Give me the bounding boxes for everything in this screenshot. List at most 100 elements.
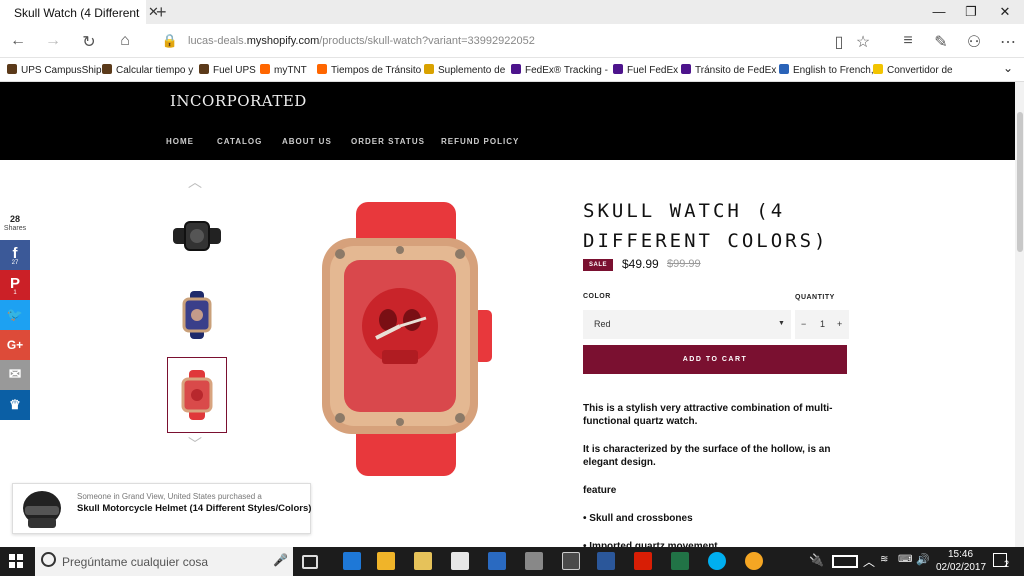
favorite-item[interactable]: Suplemento de <box>424 64 505 76</box>
ime-icon[interactable]: ⌨ <box>898 554 912 565</box>
skype-taskbar-icon[interactable] <box>708 552 726 570</box>
microphone-icon[interactable]: 🎤 <box>273 553 288 567</box>
power-icon[interactable]: 🔌 <box>809 553 824 567</box>
app-taskbar-icon[interactable] <box>488 552 506 570</box>
show-hidden-icons-icon[interactable]: ︿ <box>863 553 875 570</box>
favorite-item[interactable]: Calcular tiempo y <box>102 64 193 76</box>
pinterest-share-count: 1 <box>13 290 17 296</box>
cortana-placeholder: Pregúntame cualquier cosa <box>62 555 209 569</box>
more-icon[interactable]: ⋯ <box>998 32 1018 52</box>
helmet-image <box>23 491 61 528</box>
battery-icon[interactable] <box>832 555 858 568</box>
outlook-taskbar-icon[interactable] <box>377 552 395 570</box>
quantity-stepper[interactable]: − 1 + <box>795 310 849 339</box>
favorite-item[interactable]: Fuel FedEx <box>613 64 678 76</box>
recent-purchase-notification[interactable]: Someone in Grand View, United States pur… <box>12 483 311 534</box>
favorite-item[interactable]: English to French, <box>779 64 874 76</box>
thumbnail-blue-watch[interactable] <box>167 277 227 353</box>
thumbnails-down-icon[interactable]: ﹀ <box>188 434 202 454</box>
nav-order-status[interactable]: ORDER STATUS <box>351 137 425 146</box>
clock-date[interactable]: 02/02/2017 <box>936 562 986 573</box>
favorite-item[interactable]: Tiempos de Tránsito <box>317 64 421 76</box>
email-share-button[interactable]: ✉ <box>0 360 30 390</box>
browser-tab[interactable]: Skull Watch (4 Different <box>0 0 146 24</box>
forward-icon[interactable]: → <box>43 32 63 50</box>
refresh-icon[interactable]: ↻ <box>79 32 99 52</box>
app-taskbar-icon[interactable] <box>525 552 543 570</box>
notification-count: 2 <box>1004 559 1010 569</box>
nav-catalog[interactable]: CATALOG <box>217 137 262 146</box>
edge-taskbar-icon[interactable] <box>343 552 361 570</box>
home-icon[interactable]: ⌂ <box>115 32 135 50</box>
close-window-icon[interactable]: ✕ <box>990 4 1020 20</box>
favorite-item[interactable]: Tránsito de FedEx <box>681 64 776 76</box>
favorite-icon <box>102 64 112 74</box>
favorite-icon <box>260 64 270 74</box>
product-title-line-1: SKULL WATCH (4 <box>583 200 786 222</box>
pinterest-share-button[interactable]: P1 <box>0 270 30 300</box>
favorite-item[interactable]: FedEx® Tracking - <box>511 64 608 76</box>
calculator-taskbar-icon[interactable] <box>451 552 469 570</box>
share-label: Shares <box>3 225 27 232</box>
app-taskbar-icon[interactable] <box>745 552 763 570</box>
product-title: SKULL WATCH (4 DIFFERENT COLORS) <box>583 196 833 256</box>
file-explorer-taskbar-icon[interactable] <box>414 552 432 570</box>
thumbnail-black-watch[interactable] <box>167 198 227 274</box>
reading-view-icon[interactable]: ▯ <box>829 32 849 52</box>
title-bar: Skull Watch (4 Different ✕ + — ❐ ✕ <box>0 0 1024 24</box>
description-paragraph: It is characterized by the surface of th… <box>583 444 831 468</box>
googleplus-share-button[interactable]: G+ <box>0 330 30 360</box>
maximize-icon[interactable]: ❐ <box>956 4 986 20</box>
favorite-star-icon[interactable]: ☆ <box>853 32 873 52</box>
facebook-share-count: 27 <box>11 260 19 266</box>
add-to-cart-button[interactable]: ADD TO CART <box>583 345 847 374</box>
notification-text: Someone in Grand View, United States pur… <box>77 492 262 501</box>
sumome-icon: ♛ <box>9 397 21 412</box>
notification-product-link[interactable]: Skull Motorcycle Helmet (14 Different St… <box>77 503 311 514</box>
favorite-item[interactable]: UPS CampusShip <box>7 64 102 76</box>
windows-start-icon[interactable] <box>9 554 23 568</box>
volume-icon[interactable]: 🔊 <box>916 553 930 566</box>
web-note-icon[interactable]: ✎ <box>931 32 951 52</box>
task-view-icon[interactable] <box>302 555 318 569</box>
address-field[interactable]: lucas-deals.myshopify.com/products/skull… <box>188 35 535 47</box>
twitter-share-button[interactable]: 🐦 <box>0 300 30 330</box>
share-icon[interactable]: ⚇ <box>964 32 984 52</box>
hub-icon[interactable]: ≡ <box>898 32 918 50</box>
sumome-share-button[interactable]: ♛ <box>0 390 30 420</box>
word-taskbar-icon[interactable] <box>597 552 615 570</box>
favorite-icon <box>511 64 521 74</box>
nav-home[interactable]: HOME <box>166 137 194 146</box>
description-paragraph: This is a stylish very attractive combin… <box>583 403 833 427</box>
thumbnails-up-icon[interactable]: ︿ <box>188 172 202 192</box>
acrobat-taskbar-icon[interactable] <box>634 552 652 570</box>
favorite-icon <box>873 64 883 74</box>
store-logo[interactable]: INCORPORATED <box>170 92 307 110</box>
favorite-item[interactable]: Convertidor de <box>873 64 953 76</box>
facebook-share-button[interactable]: f 27 <box>0 240 30 270</box>
back-icon[interactable]: ← <box>8 32 28 50</box>
scrollbar-thumb[interactable] <box>1017 112 1023 252</box>
cortana-search-box[interactable]: Pregúntame cualquier cosa 🎤 <box>35 547 293 576</box>
minimize-icon[interactable]: — <box>924 4 954 19</box>
quantity-minus-button[interactable]: − <box>801 319 806 329</box>
favorite-icon <box>424 64 434 74</box>
thumbnail-red-watch[interactable] <box>167 357 227 433</box>
product-price: $49.99 <box>622 257 659 271</box>
quantity-input[interactable]: 1 <box>820 319 825 329</box>
favorite-item[interactable]: Fuel UPS <box>199 64 256 76</box>
photos-taskbar-icon[interactable] <box>562 552 580 570</box>
favorites-overflow-icon[interactable]: ⌄ <box>1003 61 1013 75</box>
new-tab-icon[interactable]: + <box>156 2 167 23</box>
favorite-icon <box>779 64 789 74</box>
excel-taskbar-icon[interactable] <box>671 552 689 570</box>
favorite-item[interactable]: myTNT <box>260 64 307 76</box>
twitter-icon: 🐦 <box>6 307 24 322</box>
wifi-icon[interactable]: ≋ <box>880 554 888 565</box>
nav-refund-policy[interactable]: REFUND POLICY <box>441 137 519 146</box>
taskbar: Pregúntame cualquier cosa 🎤 🔌 ︿ ≋ ⌨ 🔊 15… <box>0 547 1024 576</box>
clock-time[interactable]: 15:46 <box>948 549 973 560</box>
color-select[interactable]: Red <box>583 310 791 339</box>
nav-about-us[interactable]: ABOUT US <box>282 137 332 146</box>
quantity-plus-button[interactable]: + <box>837 319 842 329</box>
